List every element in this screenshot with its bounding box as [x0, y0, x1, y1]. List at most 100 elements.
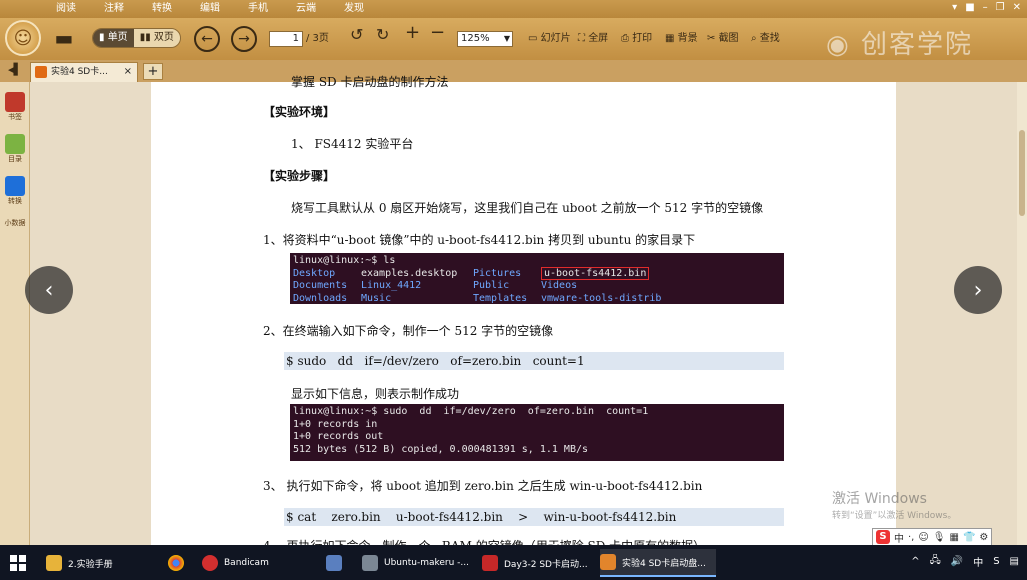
terminal-cell: Documents	[293, 280, 348, 291]
taskbar-label: Day3-2 SD卡启动...	[504, 559, 588, 570]
pdf-reader-window: 阅读 注释 转换 编辑 手机 云端 发现 ▾ ■ – ❐ ✕ ☺ ▬ ▮ 单页 ▮▮ 双页 ← → …	[0, 0, 1027, 545]
tray-icon[interactable]: S	[993, 556, 999, 567]
sidebar-label: 书签	[8, 113, 22, 121]
page-number-input[interactable]: 1	[269, 31, 303, 47]
single-page-button[interactable]: ▮ 单页	[93, 29, 134, 47]
windows-start-icon[interactable]	[10, 555, 26, 571]
zoom-in-icon[interactable]: +	[405, 24, 420, 42]
prev-page-overlay-button[interactable]: ‹	[25, 266, 73, 314]
app-logo-icon[interactable]: ☺	[5, 20, 41, 56]
step-2: 2、在终端输入如下命令，制作一个 512 字节的空镜像	[263, 324, 554, 338]
new-tab-button[interactable]: +	[143, 63, 163, 80]
next-page-button[interactable]: →	[231, 26, 257, 52]
next-page-overlay-button[interactable]: ›	[954, 266, 1002, 314]
arrow-right-icon: →	[238, 31, 250, 47]
menu-item-5[interactable]: 云端	[296, 0, 316, 18]
sogou-ime-icon[interactable]: S	[876, 530, 890, 544]
taskbar-item-current-pdf[interactable]: 实验4 SD卡启动盘...	[600, 549, 716, 577]
slideshow-icon: ▭	[528, 33, 541, 44]
taskbar-item-bandicam[interactable]: Bandicam	[202, 549, 312, 577]
print-label: 打印	[632, 33, 653, 44]
pdf-page: 掌握 SD 卡启动盘的制作方法 【实验环境】 1、 FS4412 实验平台 【实…	[151, 75, 896, 545]
menu-item-6[interactable]: 发现	[344, 0, 364, 18]
tray-icon[interactable]: 🔊	[951, 556, 963, 567]
arrow-left-icon: ←	[201, 31, 213, 47]
zoom-select[interactable]: 125% ▼	[457, 31, 513, 47]
activate-windows-subtitle: 转到“设置”以激活 Windows。	[832, 511, 957, 521]
window-control-icon[interactable]: ✕	[1013, 2, 1021, 13]
taskbar-item-ubuntu-vm[interactable]: Ubuntu-makeru -...	[362, 549, 472, 577]
vertical-scrollbar[interactable]	[1017, 82, 1027, 545]
menu-item-4[interactable]: 手机	[248, 0, 268, 18]
background-label: 背景	[677, 33, 698, 44]
chrome-icon	[168, 555, 184, 571]
menu-item-1[interactable]: 注释	[104, 0, 124, 18]
sidebar-item-convert[interactable]: 转换	[4, 176, 26, 206]
terminal-cell: Templates	[473, 292, 528, 304]
tab-document[interactable]: 实验4 SD卡... ×	[30, 62, 138, 82]
ime-tool-icon[interactable]: ▦	[950, 532, 959, 543]
objective-line: 掌握 SD 卡启动盘的制作方法	[291, 75, 449, 89]
taskbar-item-day3[interactable]: Day3-2 SD卡启动...	[482, 549, 592, 577]
window-control-icon[interactable]: ■	[965, 2, 974, 13]
ime-tool-icon[interactable]: 👕	[963, 532, 975, 543]
terminal-cell: Linux_4412	[361, 280, 422, 291]
print-icon: ⎙	[621, 33, 633, 44]
fullscreen-icon: ⛶	[578, 33, 589, 44]
find-button[interactable]: ⌕ 查找	[751, 31, 780, 47]
tray-icon[interactable]: 中	[973, 554, 983, 569]
taskbar-item-chrome[interactable]	[168, 549, 192, 577]
scrollbar-thumb[interactable]	[1019, 130, 1025, 216]
vm-icon	[362, 555, 378, 571]
collapse-sidebar-icon[interactable]: ◂▌	[8, 63, 22, 76]
zoom-out-icon[interactable]: −	[430, 24, 445, 42]
command-cat: $ cat zero.bin u-boot-fs4412.bin > win-u…	[284, 508, 784, 526]
close-tab-icon[interactable]: ×	[124, 63, 132, 81]
open-folder-icon[interactable]: ▬	[50, 26, 78, 50]
ime-tool-icon[interactable]: 🎙	[933, 532, 946, 543]
sidebar-item-toc[interactable]: 目录	[4, 134, 26, 164]
menu-item-2[interactable]: 转换	[152, 0, 172, 18]
prev-page-button[interactable]: ←	[194, 26, 220, 52]
sidebar-item-bookmarks[interactable]: 书签	[4, 92, 26, 122]
convert-icon	[5, 176, 25, 196]
ime-tool-icon[interactable]: ·,	[908, 532, 914, 543]
screenshot-button[interactable]: ✂ 截图	[707, 31, 739, 47]
background-button[interactable]: ▦ 背景	[665, 31, 698, 47]
ime-tool-icon[interactable]: ⚙	[979, 532, 988, 543]
taskbar-item-manual[interactable]: 2.实验手册	[46, 549, 156, 577]
menu-item-0[interactable]: 阅读	[56, 0, 76, 18]
pdf-reader-icon	[600, 554, 616, 570]
terminal-line: 512 bytes (512 B) copied, 0.000481391 s,…	[293, 443, 589, 455]
double-page-button[interactable]: ▮▮ 双页	[133, 29, 180, 47]
toolbar: ☺ ▬ ▮ 单页 ▮▮ 双页 ← → 1 / 3页 ↺ ↻ + − 125% ▼ …	[0, 18, 1027, 60]
menu-item-3[interactable]: 编辑	[200, 0, 220, 18]
window-control-icon[interactable]: ❐	[996, 2, 1005, 13]
tray-icon[interactable]: ^	[911, 556, 919, 567]
window-control-icon[interactable]: ▾	[952, 2, 957, 13]
folder-icon	[46, 555, 62, 571]
terminal-ls-output: linux@linux:~$ ls Desktop examples.desktop…	[290, 253, 784, 304]
terminal-dd-output: linux@linux:~$ sudo dd if=/dev/zero of=z…	[290, 404, 784, 461]
rotate-left-icon[interactable]: ↺	[350, 27, 363, 43]
ime-tool-icon[interactable]: ☺	[918, 532, 928, 543]
window-controls: ▾ ■ – ❐ ✕	[952, 2, 1021, 13]
tray-icon[interactable]: ▤	[1010, 556, 1019, 567]
terminal-line: Documents Linux_4412 Public Videos	[293, 280, 784, 293]
sidebar-item-cloud[interactable]: 小数据	[4, 218, 26, 228]
bookmark-icon	[5, 92, 25, 112]
scissors-icon: ✂	[707, 33, 719, 44]
activate-windows-title: 激活 Windows	[832, 491, 927, 507]
tray-icon[interactable]: 🖧	[930, 553, 941, 570]
taskbar-label: Bandicam	[224, 558, 269, 568]
windows-taskbar: 2.实验手册 Bandicam Ubuntu-makeru -... Day3-…	[0, 545, 1027, 580]
ime-tool-icon[interactable]: 中	[894, 530, 904, 545]
slideshow-button[interactable]: ▭ 幻灯片	[528, 31, 571, 47]
fullscreen-button[interactable]: ⛶ 全屏	[578, 31, 608, 47]
rotate-right-icon[interactable]: ↻	[376, 27, 389, 43]
command-dd: $ sudo dd if=/dev/zero of=zero.bin count…	[284, 352, 784, 370]
print-button[interactable]: ⎙ 打印	[621, 31, 652, 47]
terminal-cell: Music	[361, 292, 392, 304]
window-control-icon[interactable]: –	[983, 2, 988, 13]
taskbar-item-app[interactable]	[326, 549, 350, 577]
